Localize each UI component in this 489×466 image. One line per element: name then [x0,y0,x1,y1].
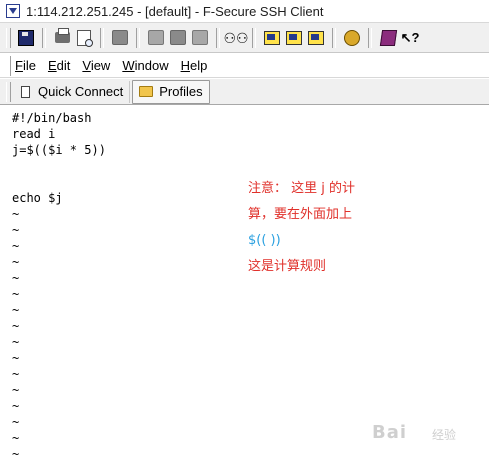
menu-bar: File Edit View Window Help [0,54,489,78]
folder-icon [139,86,154,97]
terminal-line: #!/bin/bash [12,111,92,125]
paste-icon[interactable] [147,29,165,47]
watermark-logo: Bai [372,422,408,443]
tilde-line: ~ [12,271,20,285]
menu-edit[interactable]: Edit [48,58,70,73]
app-icon[interactable] [6,4,20,18]
menu-window[interactable]: Window [122,58,168,73]
tilde-line: ~ [12,367,20,381]
terminal-line: echo $j [12,191,63,205]
menu-help[interactable]: Help [181,58,208,73]
toolbar-separator [332,27,336,48]
quickbar-grip[interactable] [6,81,11,102]
profiles-label: Profiles [159,84,203,99]
annotation-line-4: 这是计算规则 [248,259,327,274]
find-icon[interactable]: ⚇⚇ [223,29,248,47]
toolbar-separator [216,27,220,48]
tilde-line: ~ [12,351,20,365]
menu-file[interactable]: File [15,58,36,73]
toolbar: ⚇⚇ ↖? [0,23,489,53]
tilde-line: ~ [12,319,20,333]
context-help-icon[interactable]: ↖? [401,29,420,47]
terminal-area[interactable]: #!/bin/bash read i j=$(($i * 5)) echo $j… [0,106,489,466]
quick-connect-button[interactable]: Quick Connect [15,80,131,103]
tilde-line: ~ [12,207,20,221]
toolbar-separator [100,27,104,48]
help-book-icon[interactable] [379,29,397,47]
menubar-grip[interactable] [6,55,11,76]
tilde-line: ~ [12,431,20,445]
tilde-line: ~ [12,303,20,317]
tilde-line: ~ [12,415,20,429]
cut-icon[interactable] [169,29,187,47]
tilde-line: ~ [12,239,20,253]
watermark-sub: 经验 [432,428,457,442]
quick-connect-label: Quick Connect [38,84,124,99]
copy-icon[interactable] [111,29,129,47]
tilde-line: ~ [12,383,20,397]
annotation-line-1: 注意： 这里 j 的计 [248,181,356,196]
menu-view[interactable]: View [82,58,110,73]
print-icon[interactable] [53,28,71,47]
clipboard-icon[interactable] [191,29,209,47]
window-title: 1:114.212.251.245 - [default] - F-Secure… [26,3,324,19]
print-preview-icon[interactable] [75,29,93,47]
toolbar-grip[interactable] [6,27,11,48]
annotation-line-3: $(( )) [248,233,281,248]
tilde-line: ~ [12,223,20,237]
terminal-line: j=$(($i * 5)) [12,143,106,157]
toolbar-separator [368,27,372,48]
profiles-button[interactable]: Profiles [132,79,210,104]
file-transfer-icon[interactable] [285,29,303,47]
quick-connect-bar: Quick Connect Profiles [0,79,489,105]
tilde-line: ~ [12,255,20,269]
tilde-line: ~ [12,399,20,413]
tilde-line: ~ [12,287,20,301]
toolbar-separator [42,27,46,48]
terminal-line: read i [12,127,56,141]
annotation-line-2: 算，要在外面加上 [248,207,353,222]
settings-icon[interactable] [343,29,361,47]
title-bar: 1:114.212.251.245 - [default] - F-Secure… [0,0,489,23]
toolbar-separator [136,27,140,48]
toolbar-separator [252,27,256,48]
tilde-line: ~ [12,335,20,349]
document-icon [21,85,30,98]
new-terminal-icon[interactable] [263,29,281,47]
session-icon[interactable] [307,29,325,47]
save-icon[interactable] [17,29,35,47]
tilde-line: ~ [12,447,20,461]
